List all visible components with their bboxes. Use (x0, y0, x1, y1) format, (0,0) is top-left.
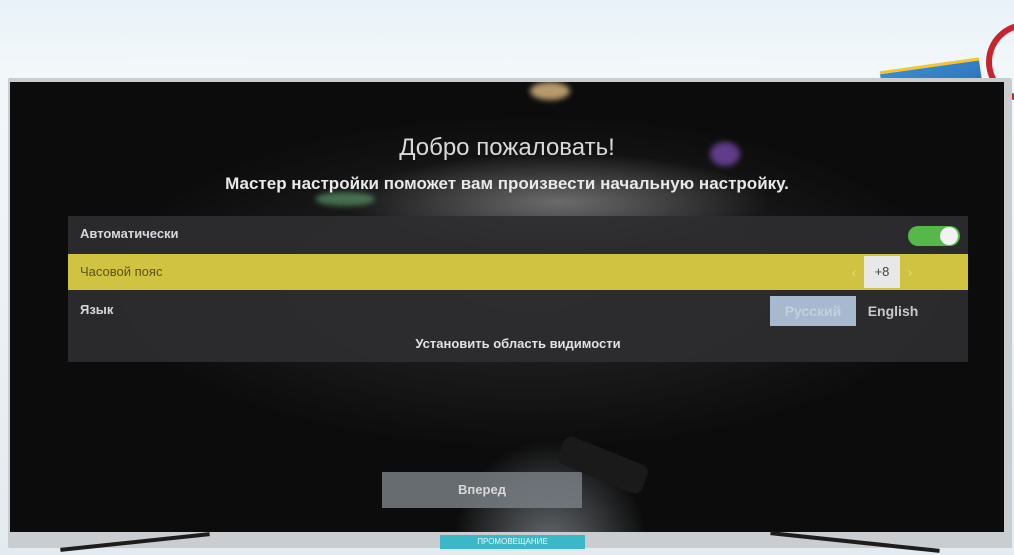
chevron-left-icon[interactable]: ‹ (844, 254, 864, 290)
timezone-value[interactable]: +8 (864, 256, 900, 288)
region-label: Установить область видимости (415, 336, 621, 351)
setting-row-region[interactable]: Установить область видимости (68, 328, 968, 364)
light-flare (315, 192, 375, 206)
chevron-right-icon[interactable]: › (900, 254, 920, 290)
setting-row-auto[interactable]: Автоматически (68, 216, 968, 252)
toggle-knob (940, 227, 958, 245)
settings-panel: Автоматически Часовой пояс ‹ +8 › Язык Р… (68, 216, 968, 362)
setup-subtitle: Мастер настройки поможет вам произвести … (225, 174, 789, 193)
auto-toggle[interactable] (908, 226, 960, 246)
language-option-english[interactable]: English (860, 296, 926, 326)
setting-row-timezone[interactable]: Часовой пояс ‹ +8 › (68, 254, 968, 290)
promo-label: ПРОМОВЕЩАНИЕ (440, 535, 585, 549)
tv-screen: Добро пожаловать! Мастер настройки помож… (10, 82, 1004, 532)
language-option-russian[interactable]: Русский (770, 296, 856, 326)
light-flare (530, 82, 570, 100)
setting-row-language[interactable]: Язык Русский English (68, 292, 968, 328)
timezone-label: Часовой пояс (80, 264, 163, 279)
welcome-title: Добро пожаловать! (399, 134, 615, 161)
auto-label: Автоматически (80, 226, 179, 241)
language-label: Язык (80, 302, 114, 317)
next-button[interactable]: Вперед (382, 472, 582, 508)
